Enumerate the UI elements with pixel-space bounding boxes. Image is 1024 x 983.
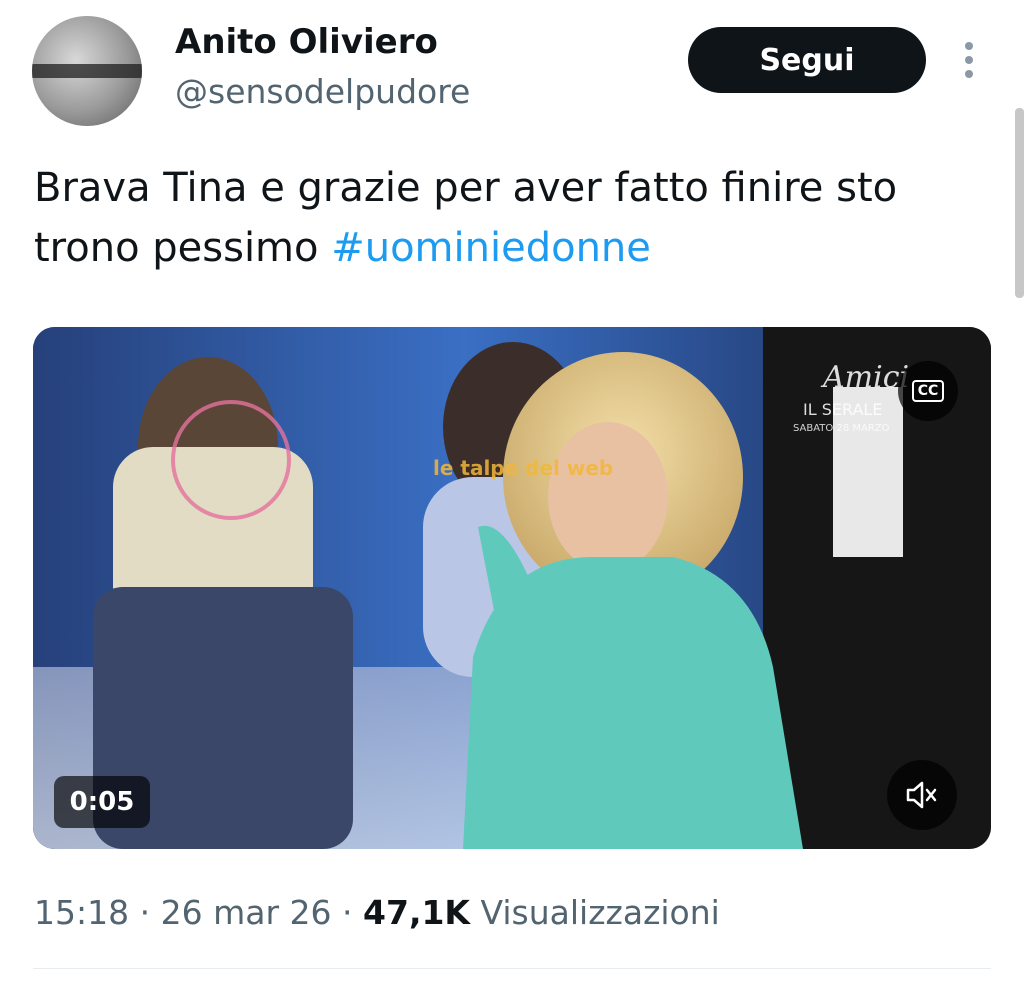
tweet-date[interactable]: 26 mar 26 — [161, 893, 332, 932]
author-display-name[interactable]: Anito Oliviero — [175, 22, 438, 62]
svg-text:IL SERALE: IL SERALE — [803, 400, 882, 419]
avatar-image-caption — [32, 64, 142, 78]
mute-button[interactable] — [887, 760, 957, 830]
tweet-text: Brava Tina e grazie per aver fatto finir… — [34, 158, 994, 278]
volume-muted-icon — [906, 781, 937, 809]
video-frame: le talpe del web Amici IL SERALE SABATO … — [33, 327, 991, 849]
svg-text:Amici: Amici — [820, 360, 909, 395]
scrollbar[interactable] — [1015, 108, 1024, 298]
more-vertical-icon[interactable] — [957, 40, 981, 80]
cc-icon: CC — [911, 380, 945, 402]
tweet-meta: 15:18 · 26 mar 26 · 47,1K Visualizzazion… — [34, 890, 720, 936]
avatar[interactable] — [32, 16, 142, 126]
views-label[interactable]: Visualizzazioni — [481, 893, 720, 932]
hashtag-link[interactable]: #uominiedonne — [331, 225, 651, 271]
author-handle[interactable]: @sensodelpudore — [175, 72, 470, 112]
views-count[interactable]: 47,1K — [363, 893, 470, 932]
svg-text:le talpe del web: le talpe del web — [433, 456, 613, 480]
captions-button[interactable]: CC — [898, 361, 958, 421]
svg-text:SABATO 28 MARZO: SABATO 28 MARZO — [793, 423, 890, 434]
divider — [33, 968, 991, 969]
meta-separator: · — [139, 893, 151, 932]
tweet-time[interactable]: 15:18 — [34, 893, 129, 932]
meta-separator: · — [342, 893, 353, 932]
video-player[interactable]: le talpe del web Amici IL SERALE SABATO … — [33, 327, 991, 849]
video-duration: 0:05 — [54, 776, 150, 828]
follow-button[interactable]: Segui — [688, 27, 926, 93]
